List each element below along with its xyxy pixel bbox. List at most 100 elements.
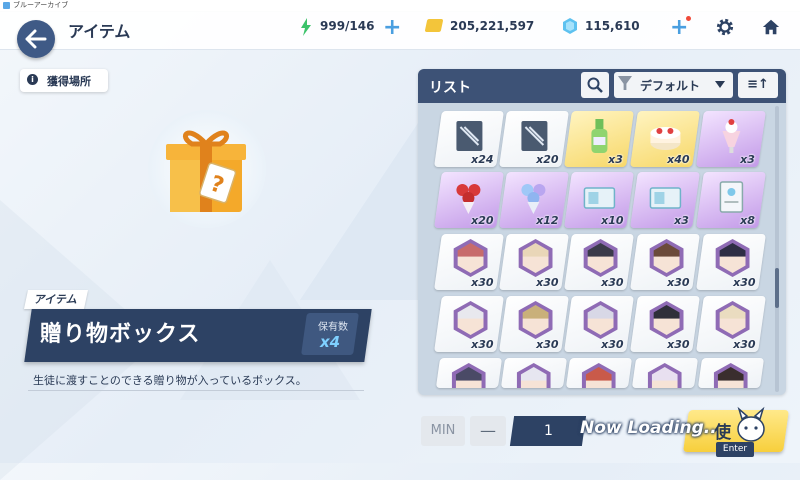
lightning-icon bbox=[301, 18, 311, 36]
item-quantity: x30 bbox=[470, 338, 494, 351]
list-title: リスト bbox=[429, 80, 471, 96]
scrollbar-thumb[interactable] bbox=[775, 268, 779, 308]
item-quantity: x30 bbox=[666, 338, 690, 351]
enter-key-badge: Enter bbox=[716, 442, 754, 457]
list-scrollbar[interactable] bbox=[775, 106, 779, 392]
arrow-left-icon bbox=[25, 29, 47, 49]
item-slot[interactable]: x40 bbox=[630, 111, 700, 167]
item-slot[interactable]: x30 bbox=[696, 296, 766, 352]
home-icon[interactable] bbox=[762, 18, 780, 36]
item-quantity: x30 bbox=[732, 276, 756, 289]
ap-plus-button[interactable]: + bbox=[383, 17, 401, 39]
item-slot[interactable]: x30 bbox=[499, 296, 569, 352]
cake-icon bbox=[650, 127, 681, 150]
item-slot[interactable] bbox=[565, 358, 633, 388]
item-slot[interactable]: x30 bbox=[630, 296, 700, 352]
back-button[interactable] bbox=[17, 20, 55, 58]
student-eleph-icon bbox=[454, 239, 488, 277]
ticket-icon bbox=[649, 187, 682, 209]
item-slot[interactable]: x12 bbox=[499, 172, 569, 228]
item-slot[interactable]: x30 bbox=[564, 234, 634, 290]
item-slot[interactable] bbox=[697, 358, 765, 388]
item-slot[interactable] bbox=[631, 358, 699, 388]
item-image: ? bbox=[148, 110, 266, 228]
mascot-icon bbox=[737, 406, 765, 442]
item-slot[interactable]: x30 bbox=[630, 234, 700, 290]
student-eleph-icon bbox=[716, 239, 750, 277]
student-eleph-icon bbox=[584, 301, 618, 339]
item-quantity: x40 bbox=[666, 153, 690, 166]
student-eleph-icon bbox=[519, 239, 553, 277]
item-quantity: x30 bbox=[600, 338, 624, 351]
item-quantity: x12 bbox=[535, 214, 559, 227]
min-button[interactable]: MIN bbox=[421, 416, 465, 446]
item-quantity: x30 bbox=[470, 276, 494, 289]
gift-box-icon: ? bbox=[166, 130, 246, 212]
search-button[interactable] bbox=[581, 72, 609, 98]
acquisition-source-button[interactable]: i 獲得場所 bbox=[20, 69, 108, 92]
student-eleph-icon bbox=[519, 301, 553, 339]
gear-icon[interactable] bbox=[716, 18, 734, 36]
item-slot[interactable]: x3 bbox=[564, 111, 634, 167]
credit-counter: 205,221,597 bbox=[450, 19, 535, 33]
parfait-icon bbox=[722, 119, 741, 153]
item-quantity: x30 bbox=[535, 276, 559, 289]
item-quantity: x30 bbox=[732, 338, 756, 351]
item-slot[interactable]: x20 bbox=[499, 111, 569, 167]
notification-dot bbox=[686, 16, 691, 21]
blueprint-icon bbox=[521, 121, 548, 151]
item-quantity: x30 bbox=[535, 338, 559, 351]
item-quantity: x10 bbox=[600, 214, 624, 227]
student-eleph-icon bbox=[648, 363, 682, 388]
divider bbox=[28, 390, 364, 391]
gem-counter: 115,610 bbox=[585, 19, 640, 33]
item-quantity: x8 bbox=[740, 214, 756, 227]
student-eleph-icon bbox=[716, 301, 750, 339]
student-eleph-icon bbox=[517, 363, 551, 388]
decrement-button[interactable]: — bbox=[470, 416, 506, 446]
item-quantity: x20 bbox=[535, 153, 559, 166]
info-icon: i bbox=[27, 74, 38, 85]
item-slot[interactable]: x8 bbox=[696, 172, 766, 228]
acquisition-source-label: 獲得場所 bbox=[47, 75, 91, 88]
item-quantity: x3 bbox=[674, 214, 690, 227]
item-slot[interactable]: x3 bbox=[696, 111, 766, 167]
item-slot[interactable]: x30 bbox=[434, 296, 504, 352]
ticket-icon bbox=[583, 187, 616, 209]
chevron-down-icon bbox=[715, 81, 725, 88]
owned-label: 保有数 bbox=[318, 322, 348, 333]
item-slot[interactable]: x10 bbox=[564, 172, 634, 228]
item-quantity: x30 bbox=[666, 276, 690, 289]
sort-value: デフォルト bbox=[640, 79, 701, 93]
sort-order-button[interactable]: ≡↑ bbox=[738, 72, 778, 98]
item-slot[interactable]: x30 bbox=[696, 234, 766, 290]
app-icon bbox=[3, 2, 10, 9]
item-slot[interactable]: x30 bbox=[564, 296, 634, 352]
item-quantity: x30 bbox=[600, 276, 624, 289]
ap-counter: 999/146 bbox=[320, 19, 375, 33]
owned-count: x4 bbox=[320, 333, 341, 351]
quantity-display: 1 bbox=[509, 416, 587, 446]
credit-icon bbox=[424, 19, 444, 32]
item-slot[interactable]: x30 bbox=[499, 234, 569, 290]
item-slot[interactable] bbox=[500, 358, 568, 388]
gem-icon bbox=[563, 18, 577, 34]
gem-plus-button[interactable]: + bbox=[670, 17, 688, 39]
student-eleph-icon bbox=[584, 239, 618, 277]
ramune-bottle-icon bbox=[591, 119, 608, 153]
item-slot[interactable]: x20 bbox=[434, 172, 504, 228]
student-eleph-icon bbox=[650, 239, 684, 277]
sort-dropdown[interactable]: デフォルト bbox=[614, 72, 733, 98]
window-title: ブルーアーカイブ bbox=[13, 1, 69, 9]
item-category-tag: アイテム bbox=[23, 290, 89, 309]
item-slot[interactable]: x24 bbox=[434, 111, 504, 167]
item-slot[interactable] bbox=[435, 358, 503, 388]
student-eleph-icon bbox=[650, 301, 684, 339]
blueprint-icon bbox=[456, 121, 483, 151]
item-quantity: x24 bbox=[470, 153, 494, 166]
page-title: アイテム bbox=[68, 22, 131, 41]
item-slot[interactable]: x3 bbox=[630, 172, 700, 228]
item-slot[interactable]: x30 bbox=[434, 234, 504, 290]
item-description: 生徒に渡すことのできる贈り物が入っているボックス。 bbox=[33, 374, 307, 387]
filter-icon bbox=[618, 76, 632, 90]
